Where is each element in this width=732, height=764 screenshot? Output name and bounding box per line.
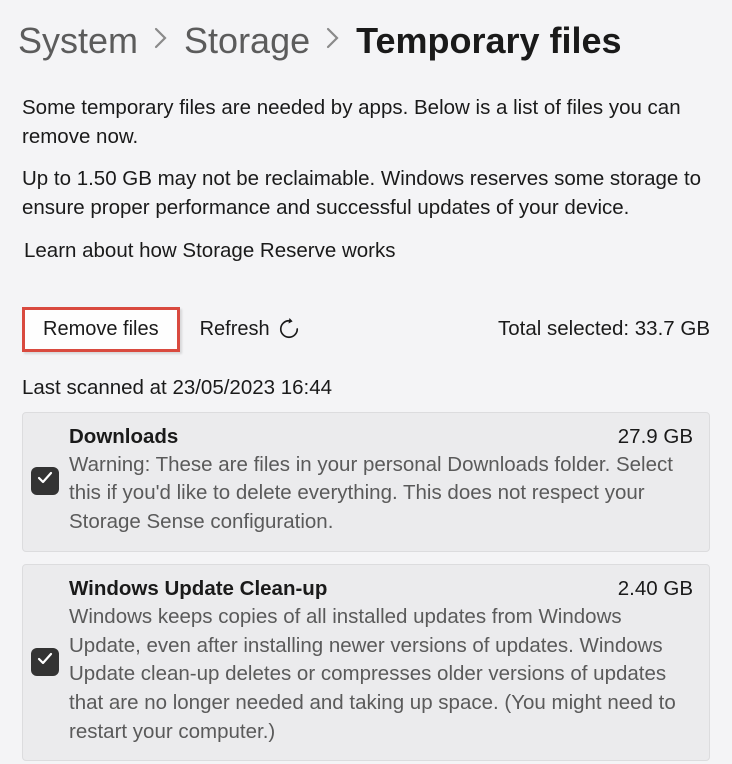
total-selected: Total selected: 33.7 GB — [498, 317, 710, 341]
action-row: Remove files Refresh Total selected: 33.… — [22, 307, 710, 352]
refresh-label: Refresh — [200, 318, 270, 341]
item-description: Warning: These are files in your persona… — [69, 451, 693, 537]
refresh-icon — [278, 318, 300, 340]
breadcrumb: System Storage Temporary files — [0, 0, 732, 74]
file-item-windows-update[interactable]: Windows Update Clean-up 2.40 GB Windows … — [22, 564, 710, 761]
item-title: Windows Update Clean-up — [69, 577, 327, 601]
chevron-right-icon — [154, 27, 168, 55]
item-size: 27.9 GB — [618, 425, 693, 449]
item-content: Windows Update Clean-up 2.40 GB Windows … — [69, 577, 693, 746]
item-title: Downloads — [69, 425, 178, 449]
refresh-button[interactable]: Refresh — [200, 318, 300, 341]
checkbox[interactable] — [31, 648, 59, 676]
learn-link[interactable]: Learn about how Storage Reserve works — [24, 239, 395, 263]
breadcrumb-storage[interactable]: Storage — [184, 20, 310, 62]
remove-files-button[interactable]: Remove files — [22, 307, 180, 352]
file-item-downloads[interactable]: Downloads 27.9 GB Warning: These are fil… — [22, 412, 710, 552]
item-content: Downloads 27.9 GB Warning: These are fil… — [69, 425, 693, 537]
item-description: Windows keeps copies of all installed up… — [69, 603, 693, 746]
checkmark-icon — [37, 651, 53, 672]
breadcrumb-current: Temporary files — [356, 20, 621, 62]
last-scanned: Last scanned at 23/05/2023 16:44 — [22, 376, 710, 400]
description-text-2: Up to 1.50 GB may not be reclaimable. Wi… — [22, 165, 702, 222]
description-text: Some temporary files are needed by apps.… — [22, 94, 702, 151]
item-size: 2.40 GB — [618, 577, 693, 601]
checkmark-icon — [37, 470, 53, 491]
file-item-list: Downloads 27.9 GB Warning: These are fil… — [22, 412, 710, 762]
chevron-right-icon — [326, 27, 340, 55]
breadcrumb-system[interactable]: System — [18, 20, 138, 62]
checkbox[interactable] — [31, 467, 59, 495]
